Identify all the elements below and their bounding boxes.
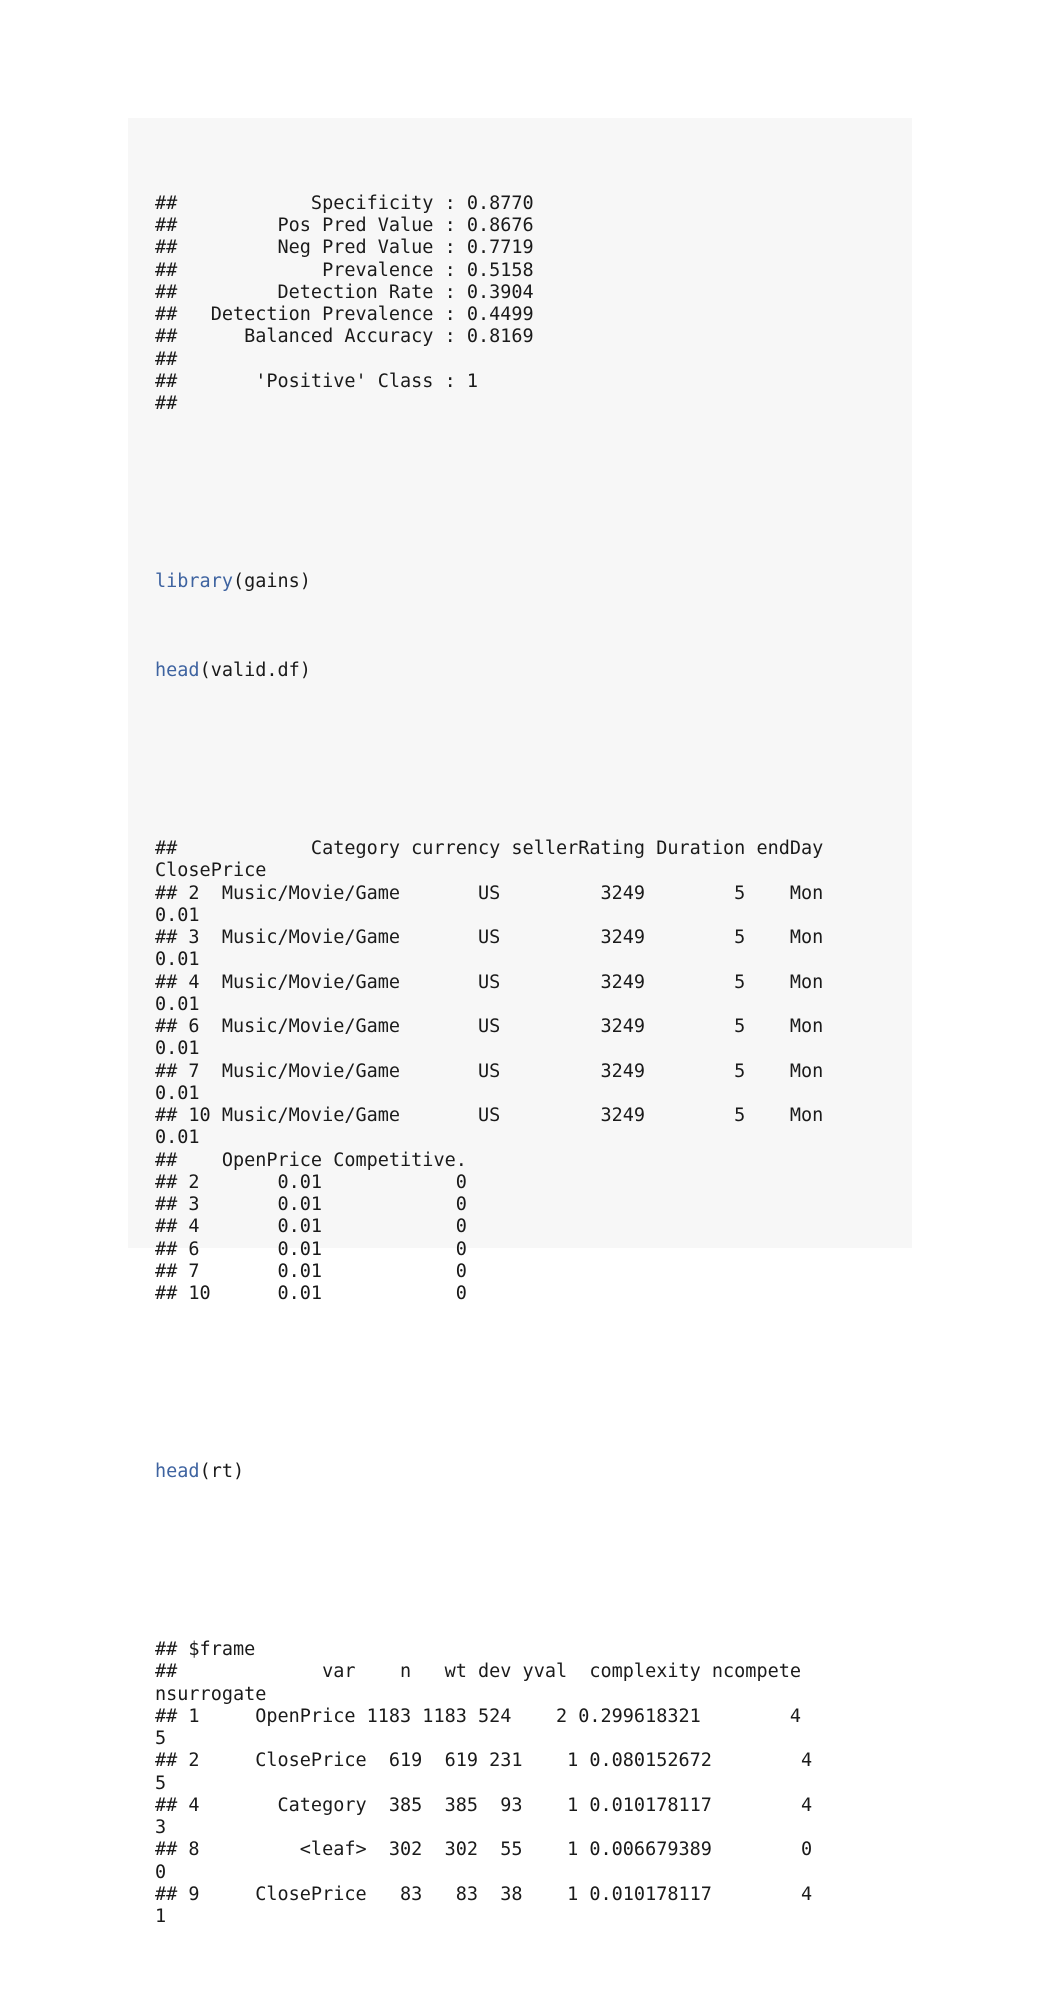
confusion-matrix-output: ## Specificity : 0.8770 ## Pos Pred Valu… [155, 192, 534, 414]
head-rt-function-args: (rt) [199, 1461, 245, 1482]
source-line-head-valid-df: head(valid.df) [155, 660, 912, 682]
console-output-content: ## Specificity : 0.8770 ## Pos Pred Valu… [155, 126, 912, 1995]
block-spacer-3 [155, 1372, 912, 1394]
valid-df-head-output: ## Category currency sellerRating Durati… [155, 838, 824, 1304]
head-function-args: (valid.df) [199, 660, 311, 681]
source-line-head-rt: head(rt) [155, 1461, 912, 1483]
library-function-keyword: library [155, 571, 233, 592]
block-spacer-4 [155, 1550, 912, 1572]
source-line-library-gains: library(gains) [155, 571, 912, 593]
head-function-keyword: head [155, 660, 200, 681]
console-output-block: ## Specificity : 0.8770 ## Pos Pred Valu… [128, 118, 912, 1927]
block-spacer-2 [155, 749, 912, 771]
head-rt-function-keyword: head [155, 1461, 200, 1482]
block-spacer-1 [155, 482, 912, 504]
rt-frame-output: ## $frame ## var n wt dev yval complexit… [155, 1639, 813, 1927]
library-function-args: (gains) [232, 571, 311, 592]
